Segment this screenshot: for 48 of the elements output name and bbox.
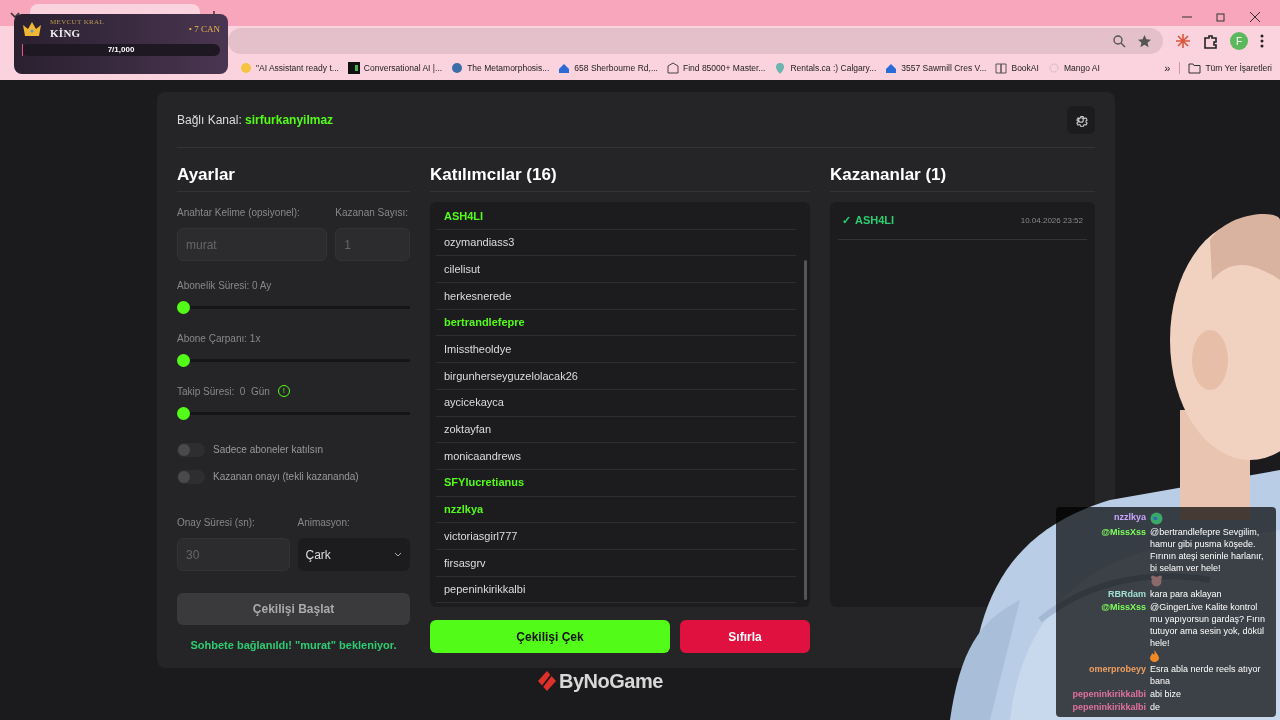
participant-name: pepeninkirikkalbi xyxy=(436,576,796,604)
slider-label: Takip Süresi: 0 Gün xyxy=(177,384,270,399)
participant-name: zoktayfan xyxy=(436,416,796,444)
slider-label: Abonelik Süresi: 0 Ay xyxy=(177,278,272,293)
participant-name: bertrandlefepre xyxy=(436,309,796,337)
chat-username: omerprobeyy xyxy=(1087,663,1146,675)
check-icon: ✓ xyxy=(842,212,851,229)
participant-name: ozymandiass3 xyxy=(436,229,796,257)
winner-time: 10.04.2026 23:52 xyxy=(1020,214,1083,227)
lives-count: • 7 CAN xyxy=(188,22,220,36)
logo-text: ByNoGame xyxy=(559,669,663,694)
section-title: Katılımcılar (16) xyxy=(430,156,810,192)
chat-message: de xyxy=(1150,701,1160,713)
slider-label: Abone Çarpanı: 1x xyxy=(177,331,261,346)
chat-username: @MissXss xyxy=(1100,601,1146,613)
chat-username: RBRdam xyxy=(1107,588,1146,600)
participant-name: cilelisut xyxy=(436,256,796,284)
toggle-label: Kazanan onayı (tekli kazananda) xyxy=(213,470,359,484)
participant-name: birgunherseyguzelolacak26 xyxy=(436,363,796,390)
section-title: Kazananlar (1) xyxy=(830,156,1095,192)
progress-text: 7/1,000 xyxy=(107,43,135,56)
participant-name: firsasgrv xyxy=(436,549,796,577)
chat-username: pepeninkirikkalbi xyxy=(1071,688,1146,700)
chat-username: pepeninkirikkalbi xyxy=(1071,701,1146,713)
participant-name: herkesnerede xyxy=(436,283,796,310)
participant-name: SFYlucretianus xyxy=(436,469,796,497)
chat-message: abi bize xyxy=(1150,688,1182,700)
king-name: KİNG xyxy=(50,26,82,41)
chat-message: kara para aklayan xyxy=(1150,588,1222,600)
toggle-label: Sadece aboneler katılsın xyxy=(213,443,324,457)
winner-name: ASH4LI xyxy=(855,213,895,229)
field-label: Anahtar Kelime (opsiyonel): xyxy=(177,205,301,220)
status-message: Sohbete bağlanıldı! "murat" bekleniyor. xyxy=(189,638,398,653)
participant-name: victoriasgirl777 xyxy=(436,523,796,550)
field-label: Animasyon: xyxy=(297,515,351,530)
chat-message: @GingerLive Kalite kontrol mu yapıyorsun gardaş? Fırın tutuyor ama sesin yok, dökül hele! xyxy=(1150,601,1267,649)
chat-username: @MissXss xyxy=(1100,526,1146,538)
participant-name: nzzlkya xyxy=(436,496,796,524)
participant-name: ASH4LI xyxy=(436,203,796,230)
chat-message: @bertrandlefepre Sevgilim, hamur gibi pusma köşede. Fırının ateşi seninle harlanır, bi selam ver hele! xyxy=(1150,526,1265,574)
section-title: Ayarlar xyxy=(177,156,410,192)
field-label: Kazanan Sayısı: xyxy=(335,205,410,220)
channel-label: Bağlı Kanal: sirfurkanyilmaz xyxy=(177,111,334,129)
participant-name: Imisstheoldye xyxy=(436,336,796,364)
chat-username: nzzlkya xyxy=(1113,511,1146,523)
participant-name: monicaandrews xyxy=(436,443,796,470)
participant-name: aycicekayca xyxy=(436,389,796,417)
field-label: Onay Süresi (sn): xyxy=(177,515,256,530)
